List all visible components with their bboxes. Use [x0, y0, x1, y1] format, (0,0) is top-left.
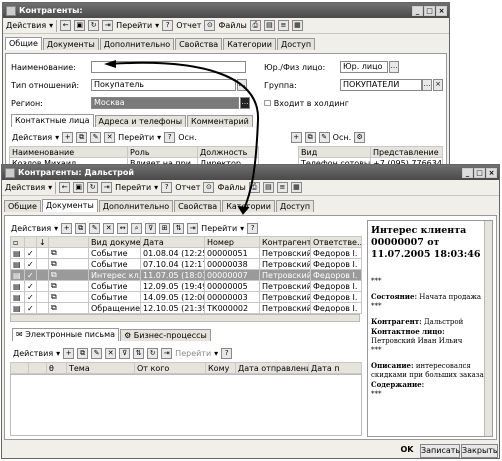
- callout-arrows: [104, 60, 260, 215]
